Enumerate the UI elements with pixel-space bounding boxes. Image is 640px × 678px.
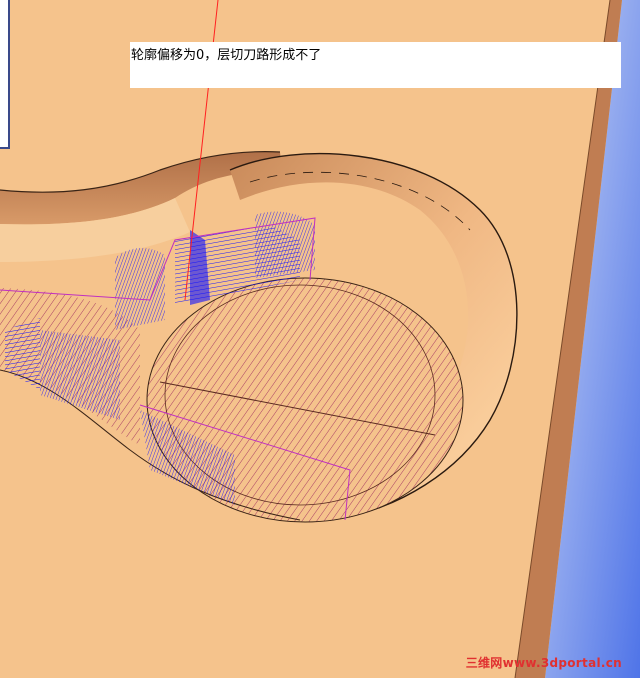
side-panel — [0, 0, 10, 149]
caption-text: 轮廓偏移为0，层切刀路形成不了 — [131, 48, 322, 63]
watermark-text: 三维网www.3dportal.cn — [465, 656, 622, 670]
cad-viewport[interactable]: 轮廓偏移为0，层切刀路形成不了 三维网www.3dportal.cn — [0, 0, 640, 678]
caption-box: 轮廓偏移为0，层切刀路形成不了 — [130, 42, 621, 88]
cad-model-render — [0, 0, 640, 678]
